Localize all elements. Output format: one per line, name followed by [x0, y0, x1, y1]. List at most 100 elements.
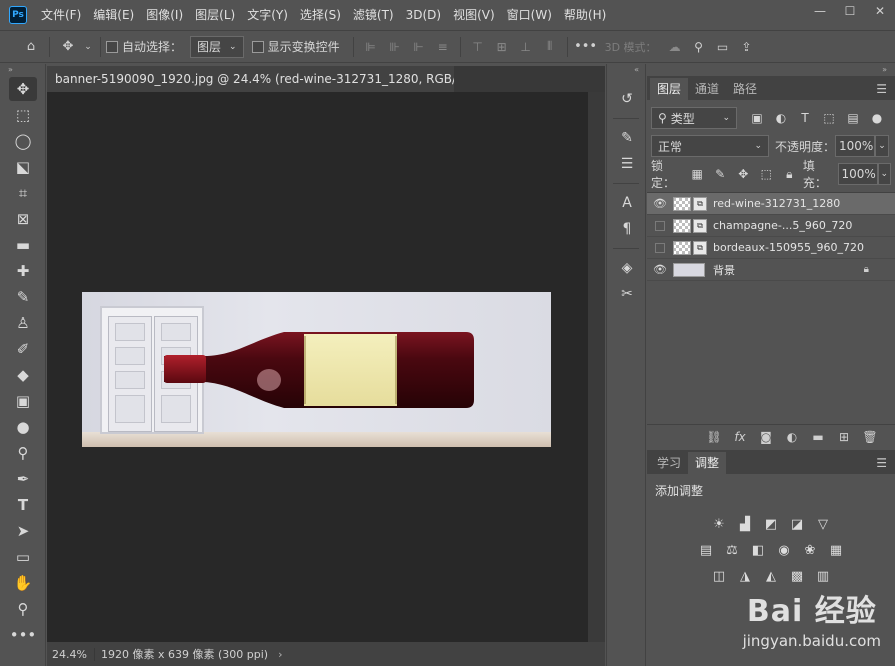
- align-left-icon[interactable]: ⊫: [359, 36, 383, 58]
- brightness-icon[interactable]: ☀: [708, 515, 730, 533]
- trash-icon[interactable]: 🗑︎: [857, 430, 883, 444]
- menu-image[interactable]: 图像(I): [140, 0, 189, 30]
- search-icon[interactable]: ⚲: [687, 36, 711, 58]
- align-top-icon[interactable]: ⊤: [466, 36, 490, 58]
- collapse-arrows-icon[interactable]: »: [0, 64, 45, 76]
- lock-pixels-icon[interactable]: ✎: [709, 164, 732, 184]
- filter-smart-object-icon[interactable]: ▤: [841, 108, 865, 128]
- new-layer-icon[interactable]: ⊞: [831, 430, 857, 444]
- menu-file[interactable]: 文件(F): [35, 0, 87, 30]
- gradient-tool[interactable]: ▣: [0, 388, 46, 414]
- pen-tool[interactable]: ✒: [0, 466, 46, 492]
- menu-filter[interactable]: 滤镜(T): [347, 0, 400, 30]
- vertical-scrollbar[interactable]: [588, 92, 605, 642]
- auto-select-checkbox[interactable]: [106, 40, 118, 53]
- home-icon[interactable]: ⌂: [18, 35, 44, 59]
- more-tools[interactable]: •••: [0, 622, 46, 648]
- blend-mode-dropdown[interactable]: 正常 ⌄: [651, 135, 769, 157]
- blur-tool[interactable]: ●: [0, 414, 46, 440]
- menu-layer[interactable]: 图层(L): [189, 0, 241, 30]
- menu-3d[interactable]: 3D(D): [400, 0, 447, 30]
- stamp-tool[interactable]: ♙: [0, 310, 46, 336]
- filter-adjustment-icon[interactable]: ◐: [769, 108, 793, 128]
- brush-presets-icon[interactable]: ☰: [607, 151, 647, 177]
- panel-menu-icon[interactable]: ☰: [876, 452, 895, 474]
- 3d-icon[interactable]: ◈: [607, 255, 647, 281]
- align-center-icon[interactable]: ⊪: [383, 36, 407, 58]
- move-tool-preset-icon[interactable]: ✥: [55, 35, 81, 59]
- character-icon[interactable]: A: [607, 190, 647, 216]
- invert-icon[interactable]: ◫: [708, 567, 730, 585]
- history-brush-tool[interactable]: ✐: [0, 336, 46, 362]
- black-white-icon[interactable]: ◧: [747, 541, 769, 559]
- menu-view[interactable]: 视图(V): [447, 0, 501, 30]
- document-image[interactable]: [82, 292, 551, 447]
- link-icon[interactable]: ⛓: [701, 430, 727, 444]
- minimize-button[interactable]: —: [805, 0, 835, 22]
- path-select-tool[interactable]: ➤: [0, 518, 46, 544]
- distribute-icon[interactable]: ≡: [431, 36, 455, 58]
- eye-icon[interactable]: 👁︎: [647, 197, 673, 210]
- share-icon[interactable]: ⇪: [735, 36, 759, 58]
- show-transform-checkbox[interactable]: [251, 40, 264, 53]
- healing-tool[interactable]: ✚: [0, 258, 46, 284]
- color-balance-icon[interactable]: ⚖: [721, 541, 743, 559]
- more-options-button[interactable]: •••: [573, 35, 599, 59]
- chevron-down-icon[interactable]: ⌄: [875, 135, 890, 157]
- layer-row[interactable]: ⧉ bordeaux-150955_960_720: [647, 237, 895, 259]
- folder-icon[interactable]: ▬: [805, 430, 831, 444]
- filter-pixel-icon[interactable]: ▣: [745, 108, 769, 128]
- fx-icon[interactable]: fx: [727, 430, 753, 444]
- layer-row[interactable]: 👁︎ ⧉ red-wine-312731_1280: [647, 193, 895, 215]
- levels-icon[interactable]: ▟: [734, 515, 756, 533]
- status-menu-arrow-icon[interactable]: ›: [278, 648, 282, 661]
- curves-icon[interactable]: ◩: [760, 515, 782, 533]
- workspace-icon[interactable]: ▭: [711, 36, 735, 58]
- history-icon[interactable]: ↺: [607, 86, 647, 112]
- chevron-down-icon[interactable]: ⌄: [81, 35, 95, 59]
- lock-transparency-icon[interactable]: ▦: [686, 164, 709, 184]
- layer-filter-dropdown[interactable]: ⚲ 类型 ⌄: [651, 107, 737, 129]
- shape-tool[interactable]: ▭: [0, 544, 46, 570]
- chevron-down-icon[interactable]: ⌄: [877, 163, 892, 185]
- menu-select[interactable]: 选择(S): [294, 0, 347, 30]
- opacity-input[interactable]: 100%: [835, 135, 876, 157]
- exposure-icon[interactable]: ◪: [786, 515, 808, 533]
- filter-type-icon[interactable]: T: [793, 108, 817, 128]
- close-button[interactable]: ✕: [865, 0, 895, 22]
- orbit-3d-icon[interactable]: ☁: [663, 36, 687, 58]
- crop-tool[interactable]: ⌗: [0, 180, 46, 206]
- zoom-level[interactable]: 24.4%: [47, 647, 95, 661]
- tab-paths[interactable]: 路径: [726, 78, 764, 100]
- tools-icon[interactable]: ✂: [607, 281, 647, 307]
- distribute-vertical-icon[interactable]: ⫴: [538, 36, 562, 58]
- channel-mixer-icon[interactable]: ❀: [799, 541, 821, 559]
- tab-learn[interactable]: 学习: [650, 452, 688, 474]
- adjustment-layer-icon[interactable]: ◐: [779, 430, 805, 444]
- align-right-icon[interactable]: ⊩: [407, 36, 431, 58]
- photo-filter-icon[interactable]: ◉: [773, 541, 795, 559]
- lock-position-icon[interactable]: ✥: [732, 164, 755, 184]
- collapse-arrows-icon[interactable]: «: [607, 64, 645, 76]
- fill-input[interactable]: 100%: [837, 163, 878, 185]
- zoom-tool[interactable]: ⚲: [0, 596, 46, 622]
- hand-tool[interactable]: ✋: [0, 570, 46, 596]
- tab-channels[interactable]: 通道: [688, 78, 726, 100]
- brush-settings-icon[interactable]: ✎: [607, 125, 647, 151]
- hue-saturation-icon[interactable]: ▤: [695, 541, 717, 559]
- lasso-tool[interactable]: ◯: [0, 128, 46, 154]
- auto-select-dropdown[interactable]: 图层 ⌄: [190, 35, 244, 58]
- visibility-toggle[interactable]: [655, 242, 665, 253]
- lock-artboard-icon[interactable]: ⬚: [755, 164, 778, 184]
- menu-type[interactable]: 文字(Y): [241, 0, 294, 30]
- align-middle-icon[interactable]: ⊞: [490, 36, 514, 58]
- frame-tool[interactable]: ⊠: [0, 206, 46, 232]
- filter-toggle-icon[interactable]: ●: [865, 108, 889, 128]
- document-tab[interactable]: banner-5190090_1920.jpg @ 24.4% (red-win…: [47, 66, 508, 92]
- marquee-tool[interactable]: ⬚: [0, 102, 46, 128]
- eye-icon[interactable]: 👁︎: [647, 263, 673, 276]
- brush-tool[interactable]: ✎: [0, 284, 46, 310]
- menu-edit[interactable]: 编辑(E): [87, 0, 140, 30]
- gradient-map-icon[interactable]: ▥: [812, 567, 834, 585]
- menu-window[interactable]: 窗口(W): [501, 0, 558, 30]
